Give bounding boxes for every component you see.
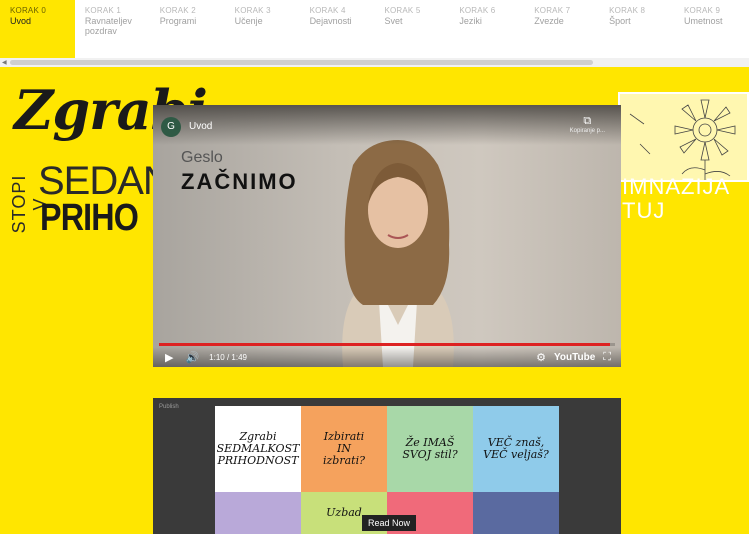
video-top-bar: [153, 105, 621, 145]
flipbook-page-3[interactable]: VEČ znaš, VEČ veljaš?: [473, 406, 559, 492]
nav-item-step-8[interactable]: KORAK 8 Šport: [599, 0, 674, 58]
sunflower-illustration: [618, 92, 749, 182]
nav-step-number: KORAK 6: [459, 6, 496, 15]
flipbook-page-7[interactable]: [473, 492, 559, 534]
nav-step-number: KORAK 1: [84, 6, 121, 15]
flipbook-page-1[interactable]: Izbirati IN izbrati?: [301, 406, 387, 492]
hero-line-2: PRIHO: [40, 197, 139, 239]
play-icon[interactable]: ▶: [165, 351, 173, 364]
flipbook-page-0[interactable]: Zgrabi SEDMALKOST PRIHODNOST: [215, 406, 301, 492]
copy-link-label: Kopiranje p...: [569, 128, 605, 134]
nav-step-label: Šport: [609, 16, 631, 26]
youtube-video-player[interactable]: G Uvod ⧉ Kopiranje p... Geslo ZAČNIMO ▶ …: [153, 105, 621, 367]
volume-icon[interactable]: 🔊: [185, 351, 199, 364]
video-time: 1:10 / 1:49: [209, 352, 247, 362]
video-controls: ▶ 🔊 1:10 / 1:49 ⚙ YouTube ⛶: [153, 347, 621, 367]
copy-icon: ⧉: [583, 115, 592, 127]
nav-step-label: Ravnateljev pozdrav: [84, 16, 132, 36]
settings-gear-icon[interactable]: ⚙: [536, 351, 546, 364]
step-navigation: KORAK 0 Uvod KORAK 1 Ravnateljev pozdrav KOR…: [0, 0, 749, 58]
read-now-button[interactable]: Read Now: [362, 515, 417, 531]
main-content: Zgrabi STOPI V SEDAN PRIHO IMNAZIJA TUJ …: [0, 67, 749, 534]
nav-step-number: KORAK 8: [609, 6, 646, 15]
nav-item-step-5[interactable]: KORAK 5 Svet: [374, 0, 449, 58]
nav-step-label: Programi: [159, 16, 197, 26]
scroll-left-icon[interactable]: ◀: [2, 59, 7, 66]
nav-step-number: KORAK 0: [10, 6, 47, 15]
nav-item-step-7[interactable]: KORAK 7 Zvezde: [524, 0, 599, 58]
flipbook-embed[interactable]: Publish Zgrabi SEDMALKOST PRIHODNOST Izbi…: [153, 398, 621, 534]
video-progress-bar[interactable]: [159, 343, 615, 346]
video-caption-headline: ZAČNIMO: [181, 169, 298, 194]
nav-item-step-6[interactable]: KORAK 6 Jeziki: [449, 0, 524, 58]
video-person: [342, 140, 454, 367]
nav-step-number: KORAK 3: [234, 6, 271, 15]
nav-step-label: Jeziki: [459, 16, 482, 26]
horizontal-scrollbar[interactable]: ◀: [0, 58, 749, 67]
video-title[interactable]: Uvod: [189, 121, 212, 132]
nav-step-number: KORAK 4: [309, 6, 346, 15]
nav-item-step-4[interactable]: KORAK 4 Dejavnosti: [300, 0, 375, 58]
nav-step-label: Uvod: [10, 16, 32, 26]
flipbook-page-4[interactable]: [215, 492, 301, 534]
nav-item-step-9[interactable]: KORAK 9 Umetnost: [674, 0, 749, 58]
flipbook-page-2[interactable]: Že IMAŠ SVOJ stil?: [387, 406, 473, 492]
nav-step-number: KORAK 9: [684, 6, 721, 15]
youtube-logo[interactable]: YouTube: [554, 352, 595, 363]
copy-link-button[interactable]: ⧉ Kopiranje p...: [570, 115, 605, 134]
nav-step-number: KORAK 5: [384, 6, 421, 15]
nav-item-step-3[interactable]: KORAK 3 Učenje: [225, 0, 300, 58]
nav-item-step-2[interactable]: KORAK 2 Programi: [150, 0, 225, 58]
publisher-header: Publish: [159, 404, 179, 410]
scrollbar-thumb[interactable]: [10, 60, 593, 65]
nav-item-step-1[interactable]: KORAK 1 Ravnateljev pozdrav: [75, 0, 150, 58]
nav-step-number: KORAK 7: [534, 6, 571, 15]
nav-step-label: Dejavnosti: [309, 16, 352, 26]
nav-step-label: Svet: [384, 16, 403, 26]
nav-step-label: Učenje: [234, 16, 263, 26]
video-caption-small: Geslo: [181, 149, 223, 166]
nav-step-label: Zvezde: [534, 16, 564, 26]
fullscreen-icon[interactable]: ⛶: [603, 351, 611, 364]
nav-step-label: Umetnost: [684, 16, 723, 26]
video-progress-fill: [159, 343, 611, 346]
channel-avatar[interactable]: G: [161, 117, 181, 137]
school-name: IMNAZIJA TUJ: [622, 174, 731, 223]
nav-step-number: KORAK 2: [159, 6, 196, 15]
nav-item-step-0[interactable]: KORAK 0 Uvod: [0, 0, 75, 58]
